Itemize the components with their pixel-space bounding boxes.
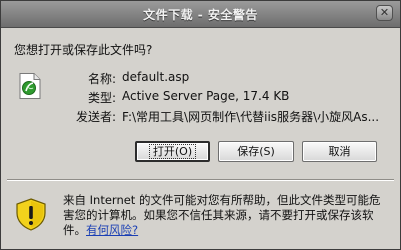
- close-icon: ✕: [379, 6, 390, 19]
- risk-link[interactable]: 有何风险?: [86, 223, 138, 237]
- save-button[interactable]: 保存(S): [218, 141, 294, 162]
- separator: [7, 179, 394, 181]
- name-value: default.asp: [122, 70, 190, 84]
- open-button-label: 打开(O): [148, 144, 197, 159]
- title-bar[interactable]: 文件下载 - 安全警告 ✕: [1, 1, 400, 28]
- type-label: 类型:: [87, 91, 116, 105]
- open-button[interactable]: 打开(O): [135, 141, 210, 162]
- from-label: 发送者:: [75, 110, 116, 124]
- from-value: F:\常用工具\网页制作\代替iis服务器\小旋风As...: [122, 110, 380, 124]
- close-button[interactable]: ✕: [376, 5, 393, 21]
- file-download-dialog: 文件下载 - 安全警告 ✕ 您想打开或保存此文件吗? 名称: default.a…: [0, 0, 401, 250]
- shield-warning-icon: [16, 198, 46, 231]
- window-title: 文件下载 - 安全警告: [143, 8, 258, 22]
- name-label: 名称:: [87, 72, 116, 86]
- cancel-button[interactable]: 取消: [302, 141, 377, 162]
- dialog-question: 您想打开或保存此文件吗?: [14, 43, 153, 57]
- type-value: Active Server Page, 17.4 KB: [122, 89, 290, 103]
- asp-file-icon: [19, 73, 41, 99]
- save-button-label: 保存(S): [237, 145, 275, 158]
- security-warning-text: 来自 Internet 的文件可能对您有所帮助，但此文件类型可能危害您的计算机。…: [63, 193, 391, 238]
- cancel-button-label: 取消: [328, 145, 351, 158]
